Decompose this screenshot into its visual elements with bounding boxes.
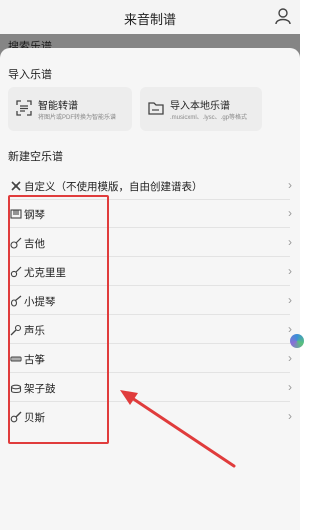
chevron-right-icon: › bbox=[288, 206, 292, 220]
chevron-right-icon: › bbox=[288, 380, 292, 394]
card-subtitle: 将图片或PDF转换为智能乐谱 bbox=[38, 115, 117, 121]
new-section-title: 新建空乐谱 bbox=[8, 151, 63, 163]
chevron-right-icon: › bbox=[288, 178, 292, 192]
scan-icon bbox=[16, 100, 32, 116]
app-title: 来音制谱 bbox=[123, 12, 176, 27]
floating-assistant-icon[interactable] bbox=[290, 334, 304, 348]
custom-icon bbox=[11, 181, 21, 191]
card-subtitle: .musicxml、.lysc、.gp等格式 bbox=[170, 115, 248, 121]
chevron-right-icon: › bbox=[288, 264, 292, 278]
list-item-label: 自定义（不使用模版，自由创建谱表） bbox=[24, 181, 203, 193]
chevron-right-icon: › bbox=[288, 351, 292, 365]
smart-transcribe-card[interactable]: 智能转谱 将图片或PDF转换为智能乐谱 bbox=[8, 87, 132, 131]
import-section-title: 导入乐谱 bbox=[8, 69, 52, 81]
chevron-right-icon: › bbox=[288, 293, 292, 307]
import-local-card[interactable]: 导入本地乐谱 .musicxml、.lysc、.gp等格式 bbox=[140, 87, 262, 131]
user-icon[interactable] bbox=[274, 7, 292, 25]
highlight-box bbox=[8, 195, 109, 444]
card-title: 导入本地乐谱 bbox=[170, 101, 230, 112]
folder-icon bbox=[148, 102, 164, 115]
card-title: 智能转谱 bbox=[38, 101, 78, 112]
top-bar: 来音制谱 bbox=[0, 0, 300, 34]
chevron-right-icon: › bbox=[288, 235, 292, 249]
chevron-right-icon: › bbox=[288, 322, 292, 336]
chevron-right-icon: › bbox=[288, 409, 292, 423]
